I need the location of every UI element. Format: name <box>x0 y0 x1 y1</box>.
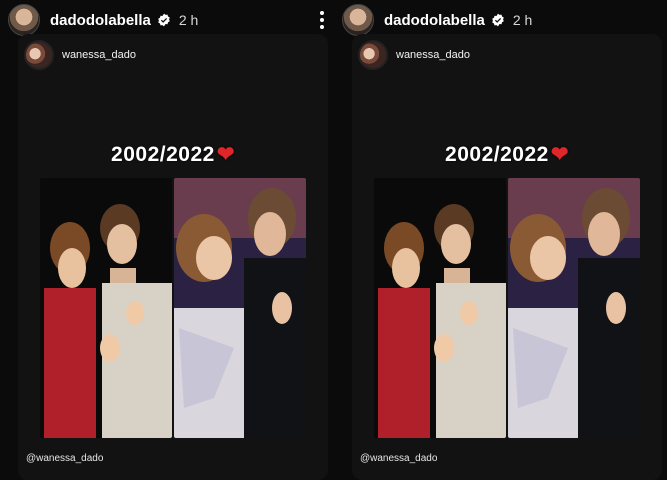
mention-tag[interactable]: @wanessa_dado <box>26 453 103 464</box>
post-headline: 2002/2022❤ <box>18 142 328 167</box>
photo-collage <box>374 178 640 438</box>
photo-2022 <box>174 178 306 438</box>
avatar[interactable] <box>342 4 374 36</box>
photo-2002 <box>40 178 172 438</box>
more-options-icon[interactable] <box>319 11 325 29</box>
username[interactable]: dadodolabella <box>384 12 485 29</box>
mention-tag[interactable]: @wanessa_dado <box>360 453 437 464</box>
post-time: 2 h <box>178 12 199 28</box>
username[interactable]: dadodolabella <box>50 12 151 29</box>
story-panel-left: dadodolabella 2 h wanessa_dado 2002/2022… <box>0 0 333 480</box>
verified-badge-icon <box>492 13 504 27</box>
heart-emoji: ❤ <box>550 143 569 166</box>
verified-badge-icon <box>158 13 170 27</box>
heart-emoji: ❤ <box>216 143 235 166</box>
photo-collage <box>40 178 306 438</box>
shared-username[interactable]: wanessa_dado <box>62 49 136 61</box>
shared-username[interactable]: wanessa_dado <box>396 49 470 61</box>
photo-2022 <box>508 178 640 438</box>
photo-2002 <box>374 178 506 438</box>
avatar[interactable] <box>8 4 40 36</box>
shared-post-header: wanessa_dado <box>358 40 470 70</box>
shared-post-card[interactable]: wanessa_dado 2002/2022❤ @wanessa_dado <box>352 34 662 480</box>
post-time: 2 h <box>512 12 533 28</box>
shared-avatar[interactable] <box>24 40 54 70</box>
post-headline: 2002/2022❤ <box>352 142 662 167</box>
headline-text: 2002/2022 <box>445 143 549 166</box>
shared-post-header: wanessa_dado <box>24 40 136 70</box>
story-panel-right: dadodolabella 2 h wanessa_dado 2002/2022… <box>334 0 667 480</box>
shared-post-card[interactable]: wanessa_dado 2002/2022❤ @wanessa_dado <box>18 34 328 480</box>
headline-text: 2002/2022 <box>111 143 215 166</box>
story-header: dadodolabella 2 h <box>8 4 325 36</box>
story-header: dadodolabella 2 h <box>342 4 659 36</box>
shared-avatar[interactable] <box>358 40 388 70</box>
